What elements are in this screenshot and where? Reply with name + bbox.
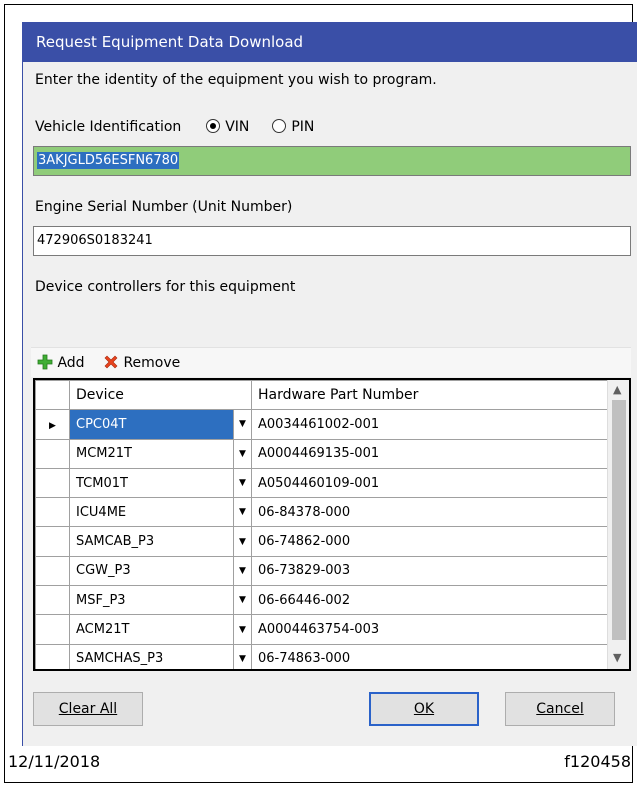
part-number-cell[interactable]: 06-73829-003 [251,555,610,587]
footer-date: 12/11/2018 [8,752,101,771]
grid-body: ▶ CPC04T ▼ A0034461002-001 MCM21T ▼ A000446913… [35,409,610,669]
device-dropdown-button[interactable]: ▼ [233,438,252,469]
vehicle-id-row: Vehicle Identification VIN PIN [35,119,314,135]
device-cell[interactable]: MSF_P3 [69,585,234,616]
device-dropdown-button[interactable]: ▼ [233,614,252,645]
table-row[interactable]: SAMCHAS_P3 ▼ 06-74863-000 [35,643,610,669]
table-row[interactable]: TCM01T ▼ A0504460109-001 [35,467,610,499]
row-header[interactable] [35,614,70,645]
device-cell[interactable]: SAMCHAS_P3 [69,643,234,669]
chevron-down-icon: ▼ [239,478,246,489]
add-label: Add [57,355,85,371]
chevron-down-icon: ▼ [239,565,246,576]
chevron-down-icon: ▼ [239,448,246,459]
device-cell[interactable]: ACM21T [69,614,234,645]
device-grid: Device Hardware Part Number ▶ CPC04T ▼ A003… [33,378,631,671]
table-row[interactable]: MCM21T ▼ A0004469135-001 [35,438,610,469]
dialog-title: Request Equipment Data Download [23,22,637,62]
chevron-down-icon: ▼ [239,653,246,664]
row-header[interactable] [35,643,70,669]
device-cell[interactable]: CGW_P3 [69,555,234,587]
table-row[interactable]: ▶ CPC04T ▼ A0034461002-001 [35,409,610,440]
remove-x-icon [104,355,118,369]
part-number-cell[interactable]: A0004469135-001 [251,438,610,469]
row-header[interactable] [35,555,70,587]
part-number-cell[interactable]: 06-66446-002 [251,585,610,616]
chevron-down-icon: ▼ [239,419,246,430]
row-header-corner [35,380,70,411]
device-dropdown-button[interactable]: ▼ [233,643,252,669]
column-header-device[interactable]: Device [69,380,252,411]
radio-selected-icon [206,119,221,133]
engine-serial-input[interactable]: 472906S0183241 [33,226,631,256]
device-cell[interactable]: ICU4ME [69,497,234,528]
vin-value: 3AKJGLD56ESFN6780 [37,152,180,169]
column-header-part-number[interactable]: Hardware Part Number [251,380,610,411]
pin-radio-label: PIN [291,119,315,135]
vin-radio[interactable]: VIN [206,119,249,135]
row-indicator-icon: ▶ [49,420,56,431]
ok-button[interactable]: OK [369,692,479,726]
table-row[interactable]: SAMCAB_P3 ▼ 06-74862-000 [35,526,610,557]
device-dropdown-button[interactable]: ▼ [233,526,252,557]
pin-radio[interactable]: PIN [272,119,314,135]
device-cell[interactable]: MCM21T [69,438,234,469]
chevron-down-icon: ▼ [239,536,246,547]
remove-label: Remove [123,355,181,371]
device-cell[interactable]: CPC04T [69,409,234,440]
clear-all-label: Clear All [58,701,118,717]
part-number-cell[interactable]: A0004463754-003 [251,614,610,645]
vin-radio-label: VIN [225,119,250,135]
clear-all-button[interactable]: Clear All [33,692,143,726]
device-toolbar: Add Remove [31,347,631,377]
chevron-down-icon: ▼ [239,507,246,518]
device-dropdown-button[interactable]: ▼ [233,467,252,499]
table-row[interactable]: CGW_P3 ▼ 06-73829-003 [35,555,610,587]
table-row[interactable]: MSF_P3 ▼ 06-66446-002 [35,585,610,616]
row-header[interactable] [35,526,70,557]
part-number-cell[interactable]: 06-74862-000 [251,526,610,557]
row-header[interactable] [35,585,70,616]
part-number-cell[interactable]: A0504460109-001 [251,467,610,499]
part-number-cell[interactable]: A0034461002-001 [251,409,610,440]
scroll-up-icon[interactable]: ▲ [613,383,621,396]
row-header[interactable]: ▶ [35,409,70,440]
cancel-label: Cancel [536,701,584,717]
add-button[interactable]: Add [37,354,85,371]
ok-label: OK [413,701,435,717]
part-number-cell[interactable]: 06-74863-000 [251,643,610,669]
device-cell[interactable]: SAMCAB_P3 [69,526,234,557]
grid-scrollbar[interactable]: ▲ ▼ [607,380,629,669]
scrollbar-thumb[interactable] [612,400,626,640]
engine-serial-label: Engine Serial Number (Unit Number) [35,199,293,215]
device-dropdown-button[interactable]: ▼ [233,555,252,587]
row-header[interactable] [35,497,70,528]
request-download-dialog: Request Equipment Data Download Enter th… [22,22,637,746]
device-dropdown-button[interactable]: ▼ [233,497,252,528]
grid-header-row: Device Hardware Part Number [35,380,610,411]
cancel-button[interactable]: Cancel [505,692,615,726]
vehicle-id-label: Vehicle Identification [35,119,182,135]
row-header[interactable] [35,438,70,469]
instruction-text: Enter the identity of the equipment you … [35,72,437,88]
radio-unselected-icon [272,119,287,133]
chevron-down-icon: ▼ [239,595,246,606]
part-number-cell[interactable]: 06-84378-000 [251,497,610,528]
vin-input[interactable]: 3AKJGLD56ESFN6780 [33,146,631,176]
table-row[interactable]: ACM21T ▼ A0004463754-003 [35,614,610,645]
scroll-down-icon[interactable]: ▼ [613,651,621,664]
device-dropdown-button[interactable]: ▼ [233,585,252,616]
table-row[interactable]: ICU4ME ▼ 06-84378-000 [35,497,610,528]
device-cell[interactable]: TCM01T [69,467,234,499]
device-table: Device Hardware Part Number ▶ CPC04T ▼ A003… [35,380,610,669]
device-dropdown-button[interactable]: ▼ [233,409,252,440]
footer-figure-id: f120458 [564,752,631,771]
remove-button[interactable]: Remove [103,354,180,371]
devices-label: Device controllers for this equipment [35,279,296,295]
chevron-down-icon: ▼ [239,624,246,635]
plus-icon [37,354,53,370]
row-header[interactable] [35,467,70,499]
